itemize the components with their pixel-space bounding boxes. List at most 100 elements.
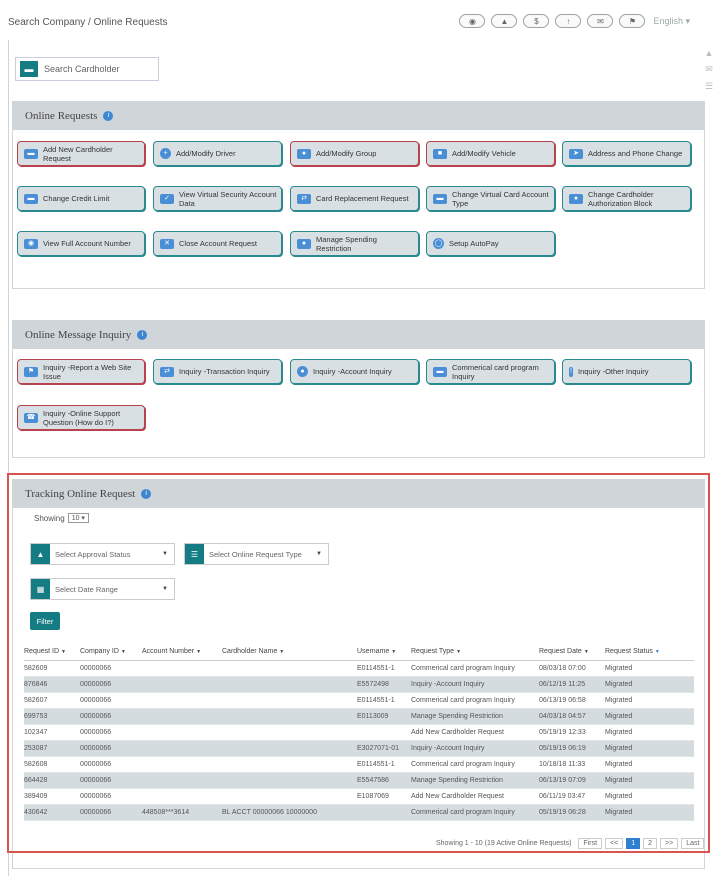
table-row[interactable]: 582609 00000066 E0114551-1 Commerical card … bbox=[24, 660, 694, 677]
btn-address-phone-change[interactable]: ➤ Address and Phone Change bbox=[562, 141, 691, 166]
table-cell bbox=[222, 788, 357, 806]
col-account-number[interactable]: Account Number ▼ bbox=[142, 644, 222, 661]
col-label: Account Number bbox=[142, 648, 195, 656]
warning-icon: ▲ bbox=[31, 544, 50, 564]
search-cardholder[interactable]: ▬ Search Cardholder bbox=[15, 57, 159, 81]
btn-change-authorization-block[interactable]: ● Change Cardholder Authorization Block bbox=[562, 186, 691, 211]
col-request-date[interactable]: Request Date ▼ bbox=[539, 644, 605, 661]
message-inquiry-panel: Online Message Inquiry i bbox=[12, 320, 705, 458]
btn-commercial-card-inquiry[interactable]: ▬ Commerical card program Inquiry bbox=[426, 359, 555, 384]
card-icon: ▬ bbox=[20, 61, 38, 77]
col-request-id[interactable]: Request ID ▼ bbox=[24, 644, 80, 661]
panel-header: Online Message Inquiry i bbox=[13, 321, 704, 349]
table-cell bbox=[222, 660, 357, 677]
btn-other-inquiry[interactable]: ! Inquiry -Other Inquiry bbox=[562, 359, 691, 384]
page-size-select[interactable]: 10 ▾ bbox=[67, 513, 89, 523]
col-cardholder-name[interactable]: Cardholder Name ▼ bbox=[222, 644, 357, 661]
btn-label: View Virtual Security Account Data bbox=[179, 189, 277, 208]
page-last[interactable]: Last bbox=[681, 838, 705, 849]
side-toolbar: ▲ ✉ ☰ bbox=[702, 48, 716, 92]
table-cell: 00000066 bbox=[80, 660, 142, 677]
table-cell: E3027071-01 bbox=[357, 740, 411, 758]
btn-add-modify-group[interactable]: ● Add/Modify Group bbox=[290, 141, 419, 166]
table-row[interactable]: 389409 00000066 E1087069 Add New Cardholder… bbox=[24, 788, 694, 806]
table-row[interactable]: 664428 00000066 E5547586 Manage Spending Re… bbox=[24, 772, 694, 790]
btn-view-full-account[interactable]: ◉ View Full Account Number bbox=[17, 231, 145, 256]
col-company-id[interactable]: Company ID ▼ bbox=[80, 644, 142, 661]
date-range-select[interactable]: ▦ Select Date Range ▼ bbox=[30, 578, 175, 600]
btn-add-modify-vehicle[interactable]: ■ Add/Modify Vehicle bbox=[426, 141, 555, 166]
table-cell: 06/11/19 03:47 bbox=[539, 788, 605, 806]
chevron-down-icon: ▼ bbox=[162, 551, 168, 557]
bell-icon[interactable]: ▲ bbox=[491, 14, 518, 28]
table-row[interactable]: 582607 00000066 E0114551-1 Commerical card … bbox=[24, 692, 694, 709]
upload-icon[interactable]: ↑ bbox=[555, 14, 582, 28]
btn-close-account[interactable]: ✕ Close Account Request bbox=[153, 231, 282, 256]
approval-status-select[interactable]: ▲ Select Approval Status ▼ bbox=[30, 543, 175, 565]
col-request-type[interactable]: Request Type ▼ bbox=[411, 644, 539, 661]
mail-icon[interactable]: ✉ bbox=[705, 64, 713, 75]
language-select[interactable]: English ▾ bbox=[653, 16, 690, 27]
flag-icon[interactable]: ⚑ bbox=[619, 14, 646, 28]
filter-button[interactable]: Filter bbox=[30, 612, 60, 630]
btn-label: Address and Phone Change bbox=[588, 149, 683, 158]
info-icon[interactable]: i bbox=[137, 330, 148, 340]
table-cell: Manage Spending Restriction bbox=[411, 708, 539, 725]
btn-view-virtual-security[interactable]: ✓ View Virtual Security Account Data bbox=[153, 186, 282, 211]
info-icon[interactable]: i bbox=[103, 111, 114, 121]
swap-icon: ⇄ bbox=[160, 366, 174, 377]
header-icons: ◉ ▲ $ ↑ ✉ ⚑ English ▾ bbox=[459, 14, 690, 28]
table-row[interactable]: 876846 00000066 E5572498 Inquiry -Account I… bbox=[24, 676, 694, 693]
btn-add-new-cardholder[interactable]: ▬ Add New Cardholder Request bbox=[17, 141, 145, 166]
request-type-select[interactable]: ☰ Select Online Request Type ▼ bbox=[184, 543, 329, 565]
table-row[interactable]: 582608 00000066 E0114551-1 Commerical card … bbox=[24, 756, 694, 774]
table-cell: 06/13/19 06:58 bbox=[539, 692, 605, 709]
btn-add-modify-driver[interactable]: + Add/Modify Driver bbox=[153, 141, 282, 166]
sort-icon: ▼ bbox=[583, 649, 589, 656]
list-icon[interactable]: ☰ bbox=[705, 81, 713, 92]
btn-label: Change Virtual Card Account Type bbox=[452, 189, 549, 208]
btn-transaction-inquiry[interactable]: ⇄ Inquiry -Transaction Inquiry bbox=[153, 359, 282, 384]
btn-manage-spending[interactable]: ● Manage Spending Restriction bbox=[290, 231, 419, 256]
table-cell: 00000066 bbox=[80, 708, 142, 725]
page-2[interactable]: 2 bbox=[643, 838, 658, 849]
chevron-down-icon: ▼ bbox=[316, 551, 322, 557]
col-request-status[interactable]: Request Status ▼ bbox=[605, 644, 694, 661]
table-row[interactable]: 699753 00000066 E0113009 Manage Spending Re… bbox=[24, 708, 694, 725]
col-label: Request Type bbox=[411, 648, 455, 656]
page-1[interactable]: 1 bbox=[626, 838, 641, 849]
btn-change-credit-limit[interactable]: ▬ Change Credit Limit bbox=[17, 186, 145, 211]
table-cell: E5547586 bbox=[357, 772, 411, 790]
table-row[interactable]: 102347 00000066 Add New Cardholder Request… bbox=[24, 724, 694, 741]
mail-icon[interactable]: ✉ bbox=[587, 14, 614, 28]
btn-online-support-question[interactable]: ☎ Inquiry -Online Support Question (How d… bbox=[17, 405, 145, 430]
table-cell: 05/19/19 12:33 bbox=[539, 724, 605, 741]
btn-card-replacement[interactable]: ⇄ Card Replacement Request bbox=[290, 186, 419, 211]
table-cell: E1087069 bbox=[357, 788, 411, 806]
calendar-icon: ▦ bbox=[31, 579, 50, 599]
table-row[interactable]: 430642 00000066 448508***3614 BL ACCT 00000… bbox=[24, 804, 694, 822]
bell-icon[interactable]: ▲ bbox=[705, 48, 714, 58]
btn-change-virtual-card-type[interactable]: ▬ Change Virtual Card Account Type bbox=[426, 186, 555, 211]
dollar-icon[interactable]: $ bbox=[523, 14, 550, 28]
user-icon: ● bbox=[569, 193, 583, 204]
table-cell: 00000066 bbox=[80, 756, 142, 774]
btn-setup-autopay[interactable]: ◯ Setup AutoPay bbox=[426, 231, 555, 256]
page-next[interactable]: >> bbox=[660, 838, 679, 849]
table-row[interactable]: 253087 00000066 E3027071-01 Inquiry -Accoun… bbox=[24, 740, 694, 758]
col-username[interactable]: Username ▼ bbox=[357, 644, 411, 661]
btn-account-inquiry[interactable]: ● Inquiry -Account Inquiry bbox=[290, 359, 419, 384]
page-prev[interactable]: << bbox=[605, 838, 624, 849]
btn-label: Change Cardholder Authorization Block bbox=[588, 189, 654, 208]
btn-label: Inquiry -Transaction Inquiry bbox=[179, 367, 270, 376]
table-cell bbox=[142, 740, 222, 758]
sort-icon: ▼ bbox=[456, 649, 462, 656]
table-cell: 05/19/19 06:28 bbox=[539, 804, 605, 822]
page-first[interactable]: First bbox=[578, 838, 603, 849]
table-cell: 08/03/18 07:00 bbox=[539, 660, 605, 677]
user-icon: ● bbox=[297, 366, 308, 377]
btn-report-website-issue[interactable]: ⚑ Inquiry -Report a Web Site Issue bbox=[17, 359, 145, 384]
location-arrow-icon: ➤ bbox=[569, 148, 583, 159]
user-icon[interactable]: ◉ bbox=[459, 14, 486, 28]
table-cell bbox=[142, 724, 222, 741]
